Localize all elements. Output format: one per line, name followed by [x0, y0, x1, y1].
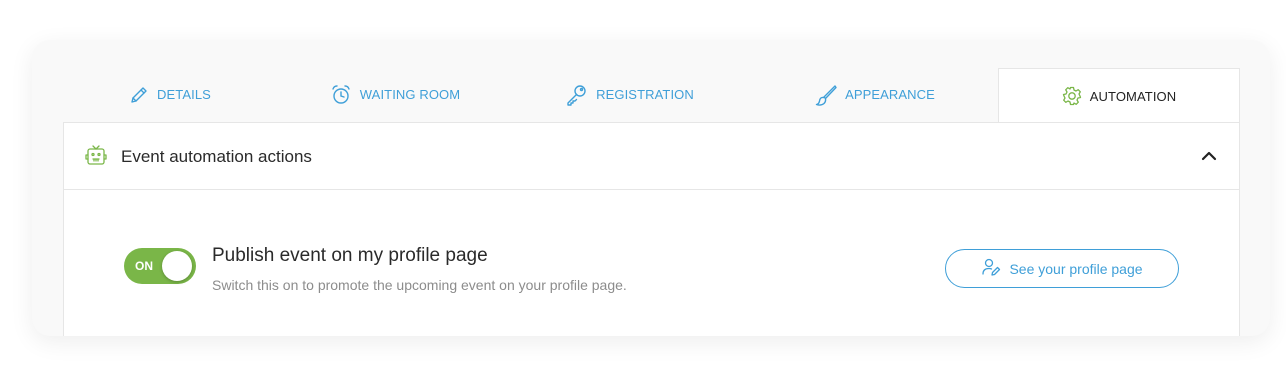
- tab-registration[interactable]: REGISTRATION: [502, 67, 758, 122]
- tab-label: DETAILS: [157, 87, 211, 102]
- toggle-state-label: ON: [135, 259, 153, 273]
- tab-label: AUTOMATION: [1089, 88, 1177, 104]
- tab-label: REGISTRATION: [596, 87, 694, 102]
- tab-label: WAITING ROOM: [359, 87, 461, 102]
- toggle-knob: [162, 251, 192, 281]
- alarm-clock-icon: [330, 84, 352, 106]
- panel-header[interactable]: Event automation actions: [64, 123, 1239, 190]
- gear-icon: [1062, 86, 1082, 106]
- key-icon: [566, 84, 588, 106]
- tab-details[interactable]: DETAILS: [32, 67, 308, 122]
- event-settings-card: DETAILS WAITING ROOM REGISTRATION APPEAR…: [32, 40, 1270, 336]
- robot-icon: [84, 144, 108, 173]
- panel-title: Event automation actions: [121, 147, 312, 166]
- paintbrush-icon: [815, 84, 837, 106]
- chevron-up-icon[interactable]: [1200, 149, 1218, 168]
- user-edit-icon: [981, 257, 1001, 280]
- setting-description: Switch this on to promote the upcoming e…: [212, 277, 627, 293]
- publish-toggle[interactable]: ON: [124, 248, 196, 284]
- see-profile-button-label: See your profile page: [1009, 260, 1143, 277]
- setting-title: Publish event on my profile page: [212, 245, 488, 266]
- automation-panel: Event automation actions ON Publish even…: [63, 122, 1240, 336]
- tab-label: APPEARANCE: [845, 87, 935, 102]
- see-profile-button[interactable]: See your profile page: [945, 249, 1179, 288]
- pencil-icon: [129, 85, 149, 105]
- tab-automation[interactable]: AUTOMATION: [998, 68, 1240, 123]
- tab-waiting-room[interactable]: WAITING ROOM: [272, 67, 518, 122]
- tab-appearance[interactable]: APPEARANCE: [752, 67, 998, 122]
